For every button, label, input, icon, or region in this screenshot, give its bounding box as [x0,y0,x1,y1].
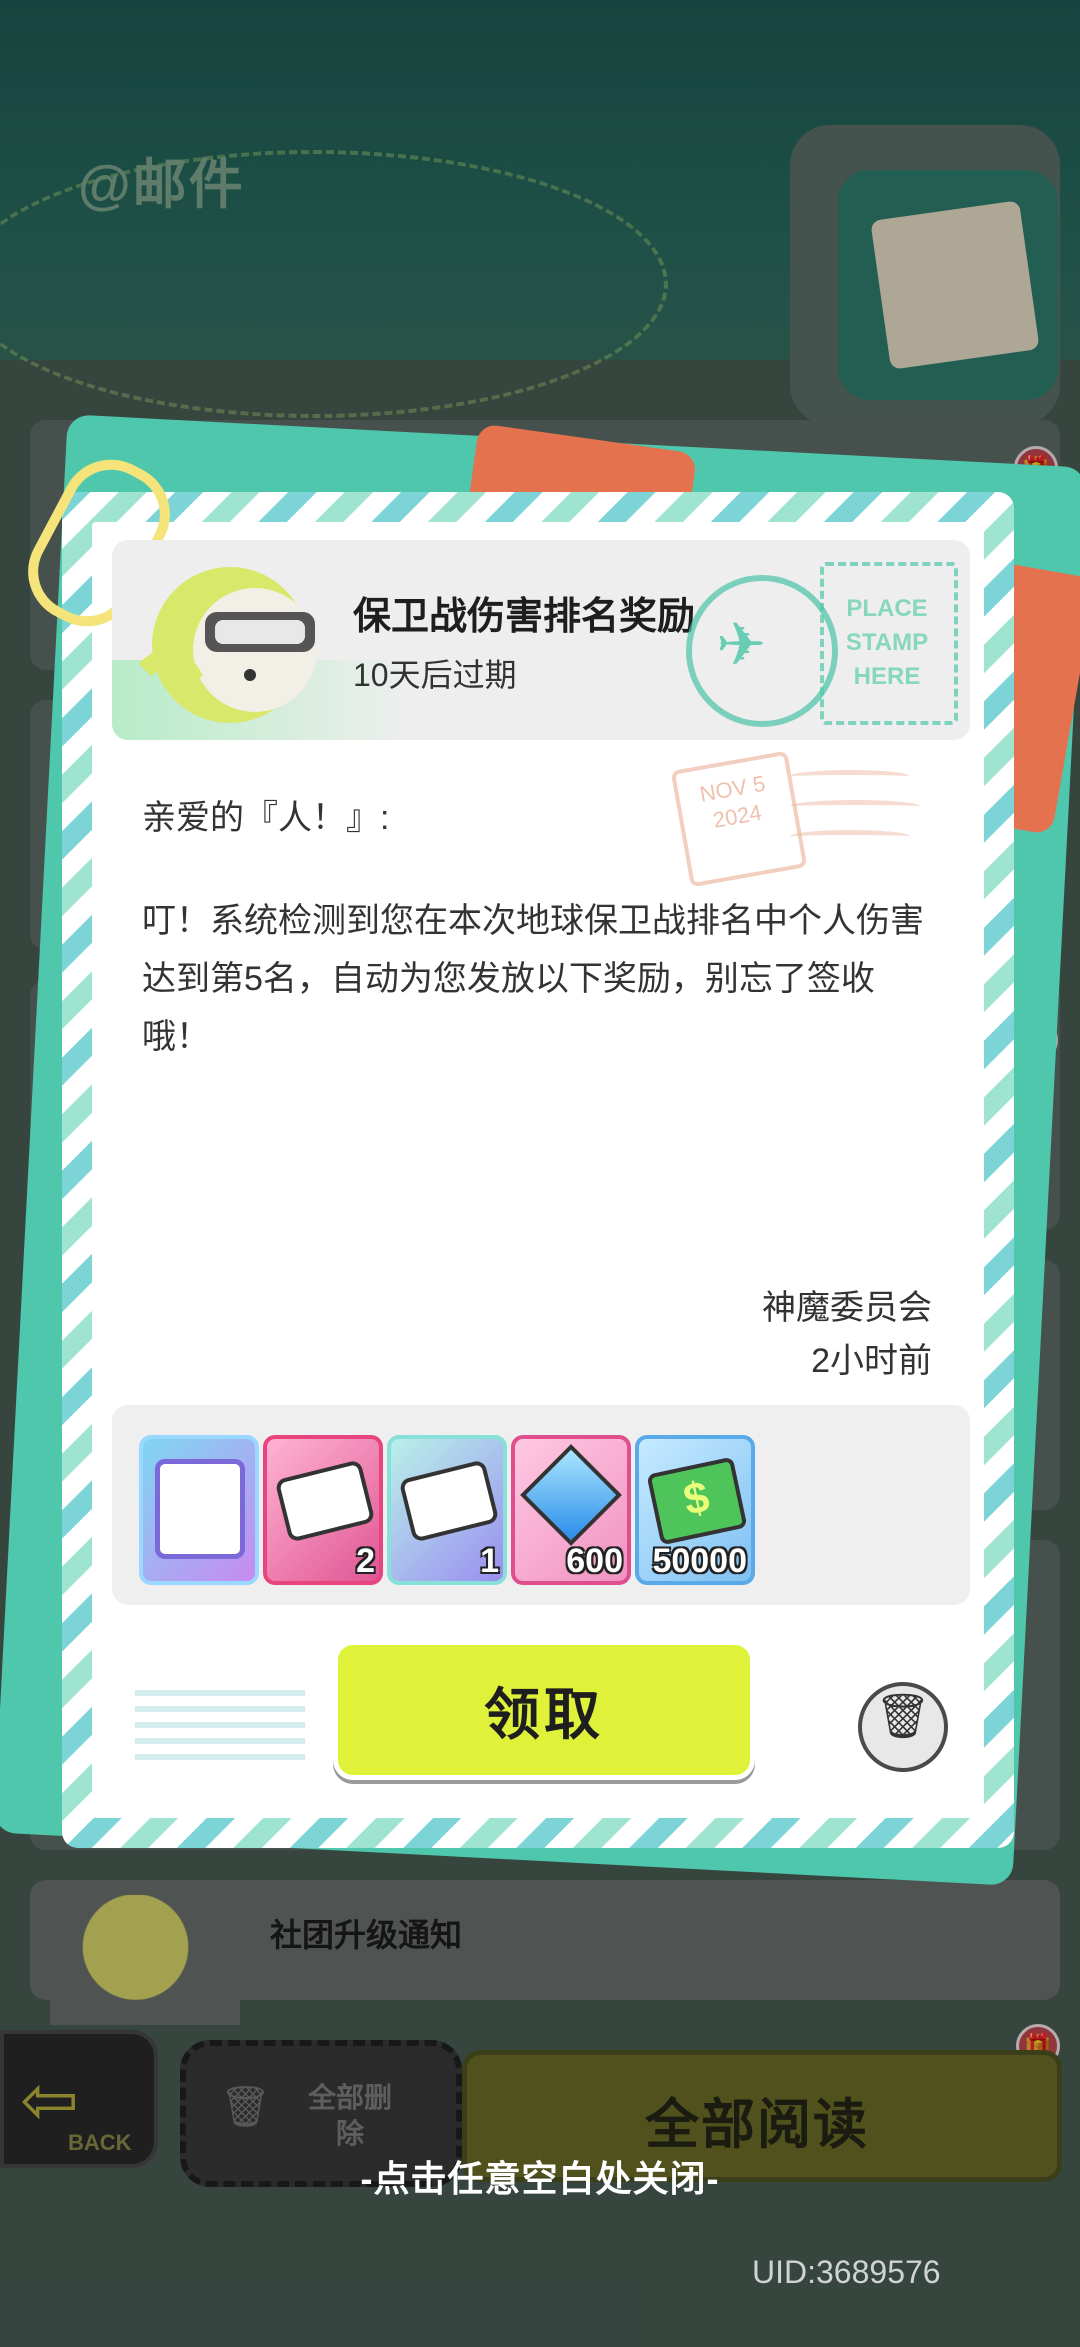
mail-expire-text: 10天后过期 [353,657,517,693]
reward-item-diamond[interactable]: 600 [511,1435,631,1585]
stamp-text: PLACE STAMP HERE [845,595,929,690]
airplane-icon: ✈ [716,611,767,678]
postmark-wave [790,770,910,783]
reward-count: 600 [566,1542,623,1580]
reward-item-cash[interactable]: $ 50000 [635,1435,755,1585]
reward-item-ticket-pink[interactable]: 2 [263,1435,383,1585]
postmark-wave [790,830,910,843]
mail-subject: 保卫战伤害排名奖励 [353,596,696,638]
mail-sender: 神魔委员会 [762,1289,932,1327]
mail-sent-time: 2小时前 [811,1342,932,1380]
cash-icon: $ [646,1456,748,1546]
reward-item-ticket-purple[interactable]: 1 [387,1435,507,1585]
decorative-waves [135,1690,305,1770]
reward-count: 2 [356,1542,375,1580]
diamond-icon [520,1444,622,1546]
claim-button-label: 领取 [484,1683,604,1746]
user-id: UID:3689576 [752,2254,941,2290]
ticket-icon [274,1459,376,1543]
mail-body: 叮！系统检测到您在本次地球保卫战排名中个人伤害达到第5名，自动为您发放以下奖励，… [142,902,924,1056]
ticket-icon [398,1459,500,1543]
sender-avatar [138,567,317,723]
postmark-wave [790,800,920,813]
reward-item-avatar-frame[interactable] [139,1435,259,1585]
trash-icon: 🗑 [875,1692,931,1741]
mail-greeting: 亲爱的『人！』: [142,799,390,837]
avatar-frame-icon [155,1459,245,1559]
reward-count: 50000 [652,1542,747,1580]
close-hint: -点击任意空白处关闭- [360,2158,720,2199]
reward-count: 1 [480,1542,499,1580]
